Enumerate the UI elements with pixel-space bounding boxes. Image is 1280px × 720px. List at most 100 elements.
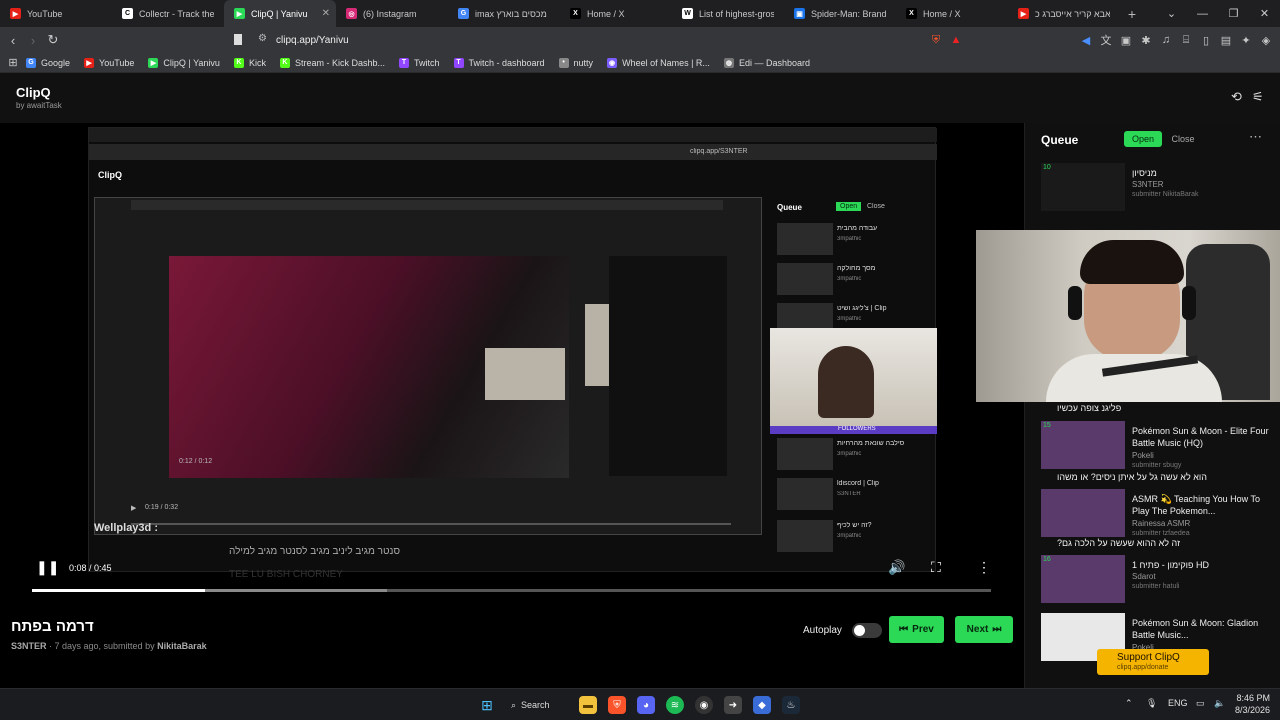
minimize-icon[interactable]: — <box>1187 8 1218 20</box>
prev-button[interactable]: ⏮ Prev <box>889 616 944 643</box>
video-channel[interactable]: S3NTER <box>11 641 47 651</box>
url-field[interactable]: ⚙ clipq.app/Yanivu <box>230 29 922 51</box>
queue-item-title: Pokémon Sun & Moon - Elite Four Battle M… <box>1132 426 1269 448</box>
browser-tab[interactable]: ◎ (6) Instagram <box>336 0 448 27</box>
browser-tab[interactable]: ▶ ClipQ | Yanivu ✕ <box>224 0 336 27</box>
bookmark-item[interactable]: G Google <box>26 57 70 68</box>
queue-item-title: מניסיון <box>1132 168 1157 178</box>
browser-tab[interactable]: ▶ אבא קריר אייסברג כ' <box>1008 0 1120 27</box>
video-player[interactable]: clipq.app/S3NTER ClipQ 0:12 / 0:12 ▶ 0:1… <box>11 127 1013 604</box>
extension-icon-2[interactable]: ▣ <box>1116 34 1136 47</box>
queue-more-icon[interactable]: ⋯ <box>1249 129 1262 145</box>
forward-icon[interactable]: › <box>23 33 43 48</box>
bookmark-item[interactable]: ◍ Edi — Dashboard <box>723 57 810 68</box>
discord-icon[interactable]: ◕ <box>637 696 655 714</box>
browser-tab[interactable]: ▶ YouTube <box>0 0 112 27</box>
autoplay-control[interactable]: Autoplay <box>803 623 882 638</box>
file-explorer-icon[interactable]: ▬ <box>579 696 597 714</box>
tab-search-icon[interactable]: ⌄ <box>1156 7 1187 20</box>
support-button[interactable]: Support ClipQ clipq.app/donate <box>1097 649 1209 675</box>
apps-grid-icon[interactable]: ⊞ <box>0 56 26 69</box>
tab-label: ClipQ | Yanivu <box>251 8 308 19</box>
nested-followers-label: FOLLOWERS <box>838 426 876 432</box>
queue-item[interactable]: 10 מניסיון S3NTER submitter NikitaBarak <box>1041 163 1273 213</box>
more-options-icon[interactable]: ⋮ <box>977 559 991 576</box>
browser-tab[interactable]: X Home / X <box>560 0 672 27</box>
next-button[interactable]: Next ⏭ <box>955 616 1013 643</box>
bookmarks-icon[interactable]: ⌸ <box>1176 34 1196 47</box>
settings-sliders-icon[interactable]: ⚟ <box>1252 89 1264 105</box>
windows-start-icon[interactable]: ⊞ <box>478 696 496 714</box>
bookmark-item[interactable]: T Twitch - dashboard <box>453 57 545 68</box>
brave-rewards-icon[interactable]: ▲ <box>946 34 966 46</box>
bookmark-icon[interactable] <box>234 34 242 45</box>
history-icon[interactable]: ⟲ <box>1231 89 1242 105</box>
bookmark-item[interactable]: T Twitch <box>398 57 440 68</box>
microphone-icon[interactable]: 🎙 <box>1146 698 1157 709</box>
fullscreen-icon[interactable]: ⛶ <box>931 559 941 576</box>
steam-icon[interactable]: ♨ <box>782 696 800 714</box>
pause-icon[interactable]: ❚❚ <box>36 559 59 576</box>
queue-item[interactable]: 16 פוקימון - פתיח 1 HD Sdarot submitter hat… <box>1041 555 1273 605</box>
tab-label: אבא קריר אייסברג כ' <box>1035 8 1110 19</box>
queue-item-channel: S3NTER <box>1132 180 1164 189</box>
vpn-icon[interactable]: ◈ <box>1256 34 1276 47</box>
bookmark-item[interactable]: • nutty <box>558 57 593 68</box>
spotify-icon[interactable]: ≋ <box>666 696 684 714</box>
puzzle-icon[interactable]: ✱ <box>1136 34 1156 47</box>
bookmark-item[interactable]: ◉ Wheel of Names | R... <box>607 57 710 68</box>
taskbar-search[interactable]: ⌕ Search <box>511 696 550 714</box>
network-icon[interactable]: ▭ <box>1196 698 1205 709</box>
bookmark-item[interactable]: K Stream - Kick Dashb... <box>279 57 385 68</box>
clock-date[interactable]: 8/3/2026 <box>1229 705 1270 715</box>
obs-icon[interactable]: ◉ <box>695 696 713 714</box>
nested-queue-thumbnail <box>777 263 833 295</box>
brave-shield-icon[interactable]: ⛨ <box>926 34 946 47</box>
reload-icon[interactable]: ↻ <box>43 32 63 48</box>
close-window-icon[interactable]: ✕ <box>1249 7 1280 20</box>
autoplay-toggle[interactable] <box>851 623 882 638</box>
tab-favicon-icon: ▶ <box>1018 8 1029 19</box>
volume-icon[interactable]: 🔊 <box>888 559 905 576</box>
browser-tab[interactable]: C Collectr - Track the pr <box>112 0 224 27</box>
extensions-group: ◀ 文 ▣ ✱ ♫ ⌸ ▯ ▤ ✦ ◈ ≡ <box>1076 27 1280 53</box>
brave-browser-icon[interactable]: ⛨ <box>608 696 626 714</box>
queue-item[interactable]: 15 Pokémon Sun & Moon - Elite Four Battle… <box>1041 421 1273 471</box>
bookmark-item[interactable]: ▶ YouTube <box>84 57 134 68</box>
language-indicator[interactable]: ENG <box>1168 698 1188 708</box>
browser-tab[interactable]: Gimax דלי מכסים בוארץ <box>448 0 560 27</box>
queue-item[interactable]: ASMR 💫 Teaching You How To Play The Poke… <box>1041 489 1273 539</box>
queue-item-title: Pokémon Sun & Moon: Gladion Battle Music… <box>1132 618 1259 640</box>
bookmark-item[interactable]: ▶ ClipQ | Yanivu <box>148 57 220 68</box>
browser-tab[interactable]: W List of highest-grossin <box>672 0 784 27</box>
ai-icon[interactable]: ✦ <box>1236 34 1256 47</box>
queue-close-button[interactable]: Close <box>1167 131 1199 147</box>
app-icon-2[interactable]: ◆ <box>753 696 771 714</box>
seek-bar[interactable] <box>32 589 991 592</box>
app-logo[interactable]: ClipQ <box>16 85 51 100</box>
extension-icon-1[interactable]: ◀ <box>1076 34 1096 47</box>
browser-tab[interactable]: X Home / X <box>896 0 1008 27</box>
nested2-time: 0:12 / 0:12 <box>179 458 213 465</box>
tab-close-icon[interactable]: ✕ <box>322 8 330 19</box>
wallet-icon[interactable]: ▤ <box>1216 34 1236 47</box>
maximize-icon[interactable]: ❐ <box>1218 7 1249 20</box>
tray-chevron-icon[interactable]: ⌃ <box>1125 698 1133 709</box>
nested-queue-channel: 3mpathic <box>837 236 862 242</box>
queue-number: 10 <box>1043 164 1051 171</box>
app-icon-1[interactable]: ➜ <box>724 696 742 714</box>
bookmark-item[interactable]: K Kick <box>233 57 266 68</box>
browser-tab[interactable]: ▣ Spider-Man: Brand Ne <box>784 0 896 27</box>
translate-icon[interactable]: 文 <box>1096 32 1116 48</box>
music-icon[interactable]: ♫ <box>1156 34 1176 46</box>
back-icon[interactable]: ‹ <box>3 33 23 48</box>
menu-icon[interactable]: ≡ <box>1276 34 1280 46</box>
queue-open-button[interactable]: Open <box>1124 131 1162 147</box>
video-submitter[interactable]: NikitaBarak <box>157 641 207 651</box>
site-info-icon[interactable]: ⚙ <box>258 33 267 44</box>
sidebar-icon[interactable]: ▯ <box>1196 34 1216 47</box>
taskbar: ⊞ ⌕ Search ▬ ⛨ ◕ ≋ ◉ ➜ ◆ ♨ ⌃ 🎙 ENG ▭ 🔈 8:… <box>0 688 1280 720</box>
new-tab-button[interactable]: + <box>1120 6 1144 22</box>
clock-time[interactable]: 8:46 PM <box>1236 693 1270 703</box>
speaker-icon[interactable]: 🔈 <box>1214 698 1225 709</box>
